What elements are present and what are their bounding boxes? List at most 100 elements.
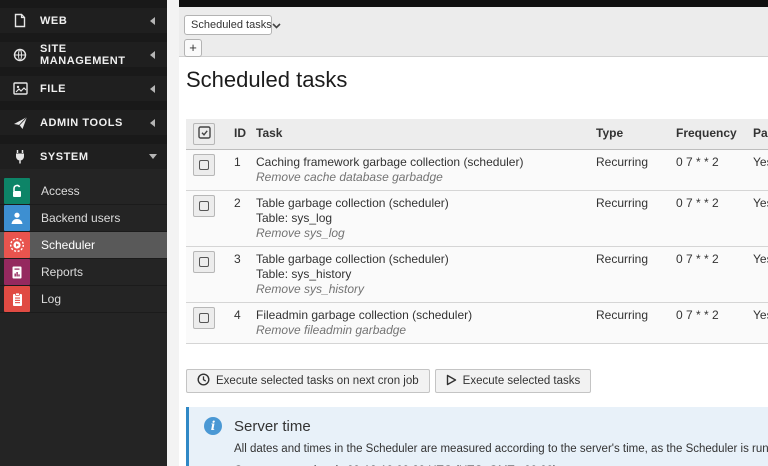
- select-all-icon: [197, 126, 211, 142]
- expand-caret-icon: [149, 154, 157, 163]
- sidebar-section-admin-tools[interactable]: ADMIN TOOLS: [0, 110, 167, 135]
- task-frequency: 0 7 * * 2: [670, 246, 747, 303]
- execute-tasks-label: Execute selected tasks: [462, 375, 581, 387]
- sidebar-divider-strip: [167, 0, 179, 466]
- checkbox-icon: [199, 201, 209, 211]
- plug-icon: [12, 149, 28, 165]
- module-menu-sections: WEB SITE MANAGEMENT FILE ADMIN TOOLS SYS…: [0, 0, 167, 169]
- task-frequency: 0 7 * * 2: [670, 302, 747, 344]
- task-subtitle: Table: sys_history: [256, 267, 352, 281]
- checkbox-icon: [199, 160, 209, 170]
- execute-tasks-button[interactable]: Execute selected tasks: [434, 369, 592, 393]
- column-header-id: ID: [228, 119, 250, 150]
- sidebar-item-label: Reports: [41, 265, 84, 279]
- server-time-description: All dates and times in the Scheduler are…: [234, 443, 768, 455]
- table-row: 1 Caching framework garbage collection (…: [186, 149, 768, 191]
- module-menu-sidebar: WEB SITE MANAGEMENT FILE ADMIN TOOLS SYS…: [0, 0, 167, 466]
- task-type: Recurring: [590, 302, 670, 344]
- sidebar-section-label: ADMIN TOOLS: [40, 116, 123, 129]
- column-header-parallel: Par: [747, 119, 768, 150]
- table-row: 3 Table garbage collection (scheduler) T…: [186, 246, 768, 303]
- user-icon: [4, 205, 30, 231]
- sidebar-item-reports[interactable]: Reports: [0, 259, 167, 286]
- task-parallel: Yes: [747, 246, 768, 303]
- globe-icon: [12, 47, 28, 63]
- task-group-select[interactable]: Scheduled tasks: [184, 15, 281, 35]
- chevron-down-icon: [272, 16, 281, 34]
- content-area: Scheduled tasks + Scheduled tasks ID Tas…: [179, 0, 768, 466]
- task-title: Caching framework garbage collection (sc…: [256, 155, 524, 169]
- sidebar-section-site-management[interactable]: SITE MANAGEMENT: [0, 42, 167, 67]
- table-row: 4 Fileadmin garbage collection (schedule…: [186, 302, 768, 344]
- task-id: 4: [228, 302, 250, 344]
- image-icon: [12, 81, 28, 97]
- sidebar-section-label: SITE MANAGEMENT: [40, 42, 126, 67]
- log-icon: [4, 286, 30, 312]
- module-body: Scheduled tasks ID Task Type Frequency P…: [179, 57, 768, 466]
- task-description: Remove cache database garbadge: [256, 170, 443, 184]
- task-id: 1: [228, 149, 250, 191]
- execute-on-cron-button[interactable]: Execute selected tasks on next cron job: [186, 369, 430, 393]
- sidebar-item-scheduler[interactable]: Scheduler: [0, 232, 167, 259]
- column-header-type: Type: [590, 119, 670, 150]
- select-all-button[interactable]: [193, 123, 215, 145]
- sidebar-item-label: Log: [41, 292, 62, 306]
- task-type: Recurring: [590, 190, 670, 247]
- sidebar-section-system[interactable]: SYSTEM: [0, 144, 167, 169]
- table-actions: Execute selected tasks on next cron job …: [186, 369, 768, 393]
- column-header-frequency: Frequency: [670, 119, 747, 150]
- docheader: Scheduled tasks +: [179, 7, 768, 57]
- row-checkbox[interactable]: [193, 307, 215, 329]
- add-task-button[interactable]: +: [184, 39, 202, 57]
- server-time-title: Server time: [234, 417, 311, 435]
- row-checkbox[interactable]: [193, 251, 215, 273]
- play-icon: [446, 374, 457, 389]
- info-icon: i: [204, 417, 222, 435]
- page-title: Scheduled tasks: [186, 67, 348, 92]
- task-parallel: Yes: [747, 190, 768, 247]
- row-checkbox[interactable]: [193, 154, 215, 176]
- sidebar-item-label: Scheduler: [41, 238, 96, 252]
- table-row: 2 Table garbage collection (scheduler) T…: [186, 190, 768, 247]
- collapse-caret-icon: [146, 16, 155, 25]
- sidebar-item-label: Backend users: [41, 211, 121, 225]
- report-icon: [4, 259, 30, 285]
- task-group-select-value: Scheduled tasks: [191, 19, 272, 31]
- sidebar-section-label: FILE: [40, 82, 67, 95]
- sidebar-section-web[interactable]: WEB: [0, 8, 167, 33]
- sidebar-item-access[interactable]: Access: [0, 178, 167, 205]
- collapse-caret-icon: [146, 118, 155, 127]
- task-title: Table garbage collection (scheduler): [256, 252, 449, 266]
- scheduler-icon: [4, 232, 30, 258]
- task-type: Recurring: [590, 246, 670, 303]
- task-description: Remove fileadmin garbadge: [256, 323, 407, 337]
- task-parallel: Yes: [747, 149, 768, 191]
- lock-icon: [4, 178, 30, 204]
- sidebar-section-label: SYSTEM: [40, 150, 89, 163]
- sidebar-item-log[interactable]: Log: [0, 286, 167, 313]
- task-frequency: 0 7 * * 2: [670, 190, 747, 247]
- file-icon: [12, 13, 28, 29]
- row-checkbox[interactable]: [193, 195, 215, 217]
- server-time-callout: i Server time All dates and times in the…: [186, 407, 768, 466]
- checkbox-icon: [199, 257, 209, 267]
- task-title: Fileadmin garbage collection (scheduler): [256, 308, 473, 322]
- task-description: Remove sys_history: [256, 282, 365, 296]
- system-submenu: Access Backend users Scheduler Reports L…: [0, 178, 167, 313]
- topbar: [179, 0, 768, 7]
- checkbox-icon: [199, 313, 209, 323]
- task-id: 2: [228, 190, 250, 247]
- sidebar-item-backend-users[interactable]: Backend users: [0, 205, 167, 232]
- task-type: Recurring: [590, 149, 670, 191]
- task-title: Table garbage collection (scheduler): [256, 196, 449, 210]
- sidebar-section-label: WEB: [40, 14, 68, 27]
- clock-icon: [197, 373, 210, 389]
- task-parallel: Yes: [747, 302, 768, 344]
- collapse-caret-icon: [146, 50, 155, 59]
- task-subtitle: Table: sys_log: [256, 211, 333, 225]
- sidebar-section-file[interactable]: FILE: [0, 76, 167, 101]
- task-frequency: 0 7 * * 2: [670, 149, 747, 191]
- task-id: 3: [228, 246, 250, 303]
- table-header-row: ID Task Type Frequency Par: [186, 119, 768, 150]
- paper-plane-icon: [12, 115, 28, 131]
